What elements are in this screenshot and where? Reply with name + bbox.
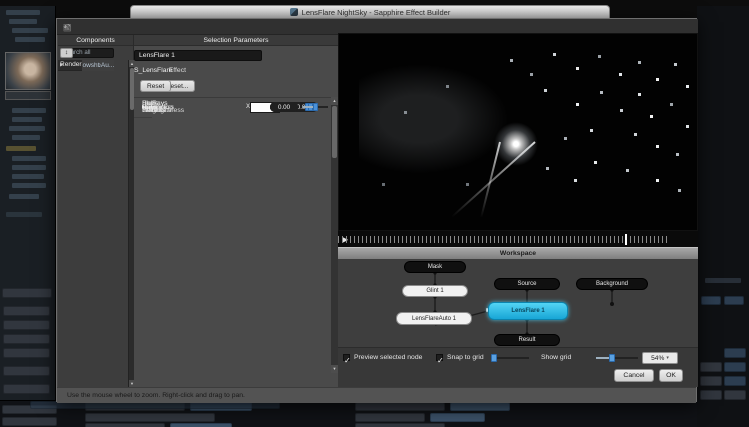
preview-transport: ▶ [338, 231, 698, 247]
workspace-canvas[interactable]: Mask Glint 1 LensFlareAuto 1 Source Backgrou… [338, 259, 698, 347]
preview-selected-node-checkbox[interactable]: ✓ [343, 354, 350, 361]
app-icon [290, 8, 298, 16]
effect-row: Effect S_LensFlare [134, 65, 338, 75]
grid-size-slider[interactable] [491, 354, 529, 362]
tree-group-render[interactable]: ▶Render [58, 60, 82, 71]
dialog-buttons-row: Cancel OK [338, 367, 698, 387]
playhead[interactable] [625, 234, 627, 245]
window-title: LensFlare NightSky - Sapphire Effect Bui… [302, 8, 451, 17]
reset-button[interactable]: Reset [140, 80, 171, 92]
param-value-field[interactable]: 0.00 [270, 102, 298, 112]
node-result[interactable]: Result [494, 334, 560, 346]
preview-viewport[interactable] [338, 33, 698, 231]
node-mask[interactable]: Mask [404, 261, 466, 273]
parameter-rows: LensNikon AF 85mmScale Widths0.556Rel He… [134, 97, 331, 373]
preview-selected-node-label: Preview selected node [354, 354, 422, 361]
host-timeline-bar [0, 400, 749, 427]
param-row-rays-rotate: Rays Rotate0.00 [134, 98, 152, 118]
host-tools-panel [697, 6, 749, 427]
parameters-scrollbar[interactable]: ▲ ▼ [331, 97, 338, 373]
timeline-scrubber[interactable] [338, 236, 668, 243]
node-lensflare-1[interactable]: LensFlare 1 [488, 302, 568, 320]
screen: LensFlare NightSky - Sapphire Effect Bui… [0, 0, 749, 427]
dialog-title-bar[interactable]: LensFlare NightSky - Sapphire Effect Bui… [130, 5, 610, 18]
components-search-row: Search all ↕ [58, 46, 134, 59]
scroll-up-icon[interactable]: ▲ [331, 97, 338, 105]
host-clip-caption [5, 91, 51, 100]
host-project-panel [0, 6, 56, 427]
node-source[interactable]: Source [494, 278, 560, 290]
components-tree: ▶Adjust▶Blur+Sharpen▶Composite▶Distort▼L… [58, 60, 128, 387]
snap-to-grid-label: Snap to grid [447, 354, 484, 361]
workspace-footer: ✓ Preview selected node ✓ Snap to grid S… [338, 347, 698, 367]
cancel-button[interactable]: Cancel [614, 369, 654, 382]
status-text: Use the mouse wheel to zoom. Right-click… [67, 392, 245, 399]
chevron-down-icon: ▾ [666, 355, 669, 361]
components-header: Components [58, 35, 133, 46]
preview-clouds [359, 64, 509, 174]
node-name-row: Node Name LensFlare 1 [134, 49, 338, 62]
status-bar: Use the mouse wheel to zoom. Right-click… [57, 387, 696, 403]
slider-knob[interactable] [313, 103, 318, 111]
parameters-header: Selection Parameters [134, 35, 338, 46]
preview-city-lights [339, 34, 340, 35]
workspace-zoom-slider[interactable] [596, 354, 638, 362]
param-slider[interactable] [302, 103, 328, 111]
host-clip-thumbnail [5, 52, 51, 90]
preview-lens-flare [494, 122, 538, 166]
scroll-down-icon[interactable]: ▼ [331, 365, 338, 373]
node-glint-1[interactable]: Glint 1 [402, 285, 468, 297]
effect-value: S_LensFlare [134, 67, 173, 74]
preset-buttons-row: Load Preset... Save Preset... Reset [134, 79, 338, 93]
ok-button[interactable]: OK [659, 369, 683, 382]
selection-parameters-panel: Selection Parameters Node Name LensFlare… [134, 35, 338, 387]
chevron-right-icon: ▶ [60, 62, 63, 68]
components-panel: Components Search all ↕ ▶Adjust▶Blur+Sha… [58, 35, 134, 387]
show-grid-label: Show grid [541, 354, 571, 361]
node-background[interactable]: Background [576, 278, 648, 290]
param-label: Rays Rotate [152, 100, 172, 114]
node-lensflareauto-1[interactable]: LensFlareAuto 1 [396, 312, 472, 325]
sort-button[interactable]: ↕ [60, 48, 73, 58]
node-name-input[interactable]: LensFlare 1 [134, 50, 262, 61]
effect-builder-dialog: ▣▤▦▥↶↷ Components Search all ↕ ▶Adjust▶B… [56, 18, 697, 402]
workspace-header: Workspace [338, 247, 698, 259]
redo-icon: ↷ [63, 19, 71, 35]
zoom-level-dropdown[interactable]: 54% ▾ [642, 352, 678, 364]
snap-to-grid-checkbox[interactable]: ✓ [436, 354, 443, 361]
scrollbar-thumb[interactable] [332, 106, 337, 158]
